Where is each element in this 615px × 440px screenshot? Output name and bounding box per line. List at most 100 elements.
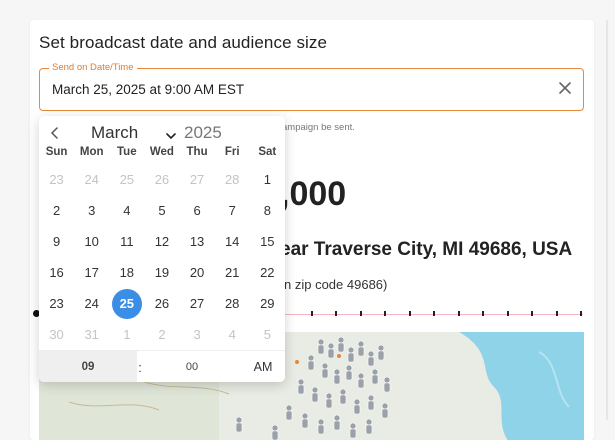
calendar-day[interactable]: 14 (215, 226, 250, 257)
calendar-day-label: 1 (263, 172, 271, 187)
weekday-header: Sun Mon Tue Wed Thu Fri Sat (39, 146, 285, 162)
calendar-day[interactable]: 11 (109, 226, 144, 257)
slider-tick (507, 311, 509, 316)
calendar-day-label: 7 (228, 203, 236, 218)
slider-tick (580, 311, 582, 316)
close-icon[interactable] (555, 78, 575, 98)
calendar-day-label: 16 (49, 265, 64, 280)
calendar-day[interactable]: 3 (180, 319, 215, 350)
calendar-day[interactable]: 16 (39, 257, 74, 288)
calendar-day[interactable]: 17 (74, 257, 109, 288)
calendar-day[interactable]: 24 (74, 288, 109, 319)
calendar-day-label: 5 (263, 327, 271, 342)
calendar-day[interactable]: 28 (215, 288, 250, 319)
weekday-label: Fri (224, 146, 240, 158)
calendar-day[interactable]: 31 (74, 319, 109, 350)
minute-input[interactable]: 00 (143, 351, 241, 382)
time-picker: 09 : 00 AM (39, 350, 285, 382)
calendar-day-label: 27 (189, 172, 205, 187)
calendar-day[interactable]: 1 (250, 164, 285, 195)
calendar-day[interactable]: 26 (144, 288, 179, 319)
calendar-day-label: 26 (154, 296, 170, 311)
slider-track[interactable] (280, 314, 583, 315)
send-datetime-value[interactable]: March 25, 2025 at 9:00 AM EST (52, 82, 244, 97)
calendar-day-label: 17 (84, 265, 99, 280)
calendar-day[interactable]: 27 (180, 288, 215, 319)
helper-text: ampaign be sent. (282, 122, 355, 133)
calendar-day[interactable]: 30 (39, 319, 74, 350)
calendar-day[interactable]: 10 (74, 226, 109, 257)
send-datetime-field[interactable]: Send on Date/Time March 25, 2025 at 9:00… (39, 62, 584, 111)
chevron-left-icon[interactable] (48, 125, 62, 141)
calendar-day[interactable]: 8 (250, 195, 285, 226)
weekday-label: Wed (149, 146, 174, 158)
calendar-day-label: 22 (260, 265, 275, 280)
calendar-day[interactable]: 3 (74, 195, 109, 226)
calendar-day[interactable]: 26 (144, 164, 179, 195)
calendar-day-label: 2 (52, 203, 61, 218)
calendar-day-label: 12 (154, 234, 170, 249)
calendar-day[interactable]: 2 (144, 319, 179, 350)
slider-tick (556, 311, 558, 316)
calendar-day[interactable]: 7 (215, 195, 250, 226)
calendar-day[interactable]: 29 (250, 288, 285, 319)
calendar-day-label: 24 (84, 296, 99, 311)
weekday-label: Mon (79, 146, 104, 158)
calendar-day[interactable]: 4 (215, 319, 250, 350)
calendar-day[interactable]: 24 (74, 164, 109, 195)
date-picker-popup: March 2025 Sun Mon Tue Wed Thu Fri Sat 23 24 25 2… (39, 116, 285, 382)
calendar-day[interactable]: 2 (39, 195, 74, 226)
calendar-day-selected[interactable]: 25 (109, 288, 144, 319)
slider-tick (433, 311, 435, 316)
calendar-day[interactable]: 1 (109, 319, 144, 350)
page-edge (606, 20, 608, 420)
calendar-day[interactable]: 19 (144, 257, 179, 288)
calendar-day[interactable]: 5 (144, 195, 179, 226)
calendar-day[interactable]: 28 (215, 164, 250, 195)
hour-input[interactable]: 09 (39, 351, 137, 382)
slider-tick (335, 311, 337, 316)
calendar-day[interactable]: 21 (215, 257, 250, 288)
calendar-day-label: 23 (49, 296, 64, 311)
slider-tick (458, 311, 460, 316)
calendar-day-label: 4 (228, 327, 236, 342)
weekday-label: Tue (117, 146, 137, 158)
slider-tick (482, 311, 484, 316)
calendar-day[interactable]: 18 (109, 257, 144, 288)
ampm-toggle[interactable]: AM (241, 351, 285, 382)
calendar-day-label: 28 (224, 172, 240, 187)
weekday-label: Sat (258, 146, 277, 158)
calendar-day-label: 4 (123, 203, 131, 218)
calendar-day[interactable]: 23 (39, 288, 74, 319)
calendar-day-label: 8 (263, 203, 271, 218)
calendar-day-label: 3 (88, 203, 96, 218)
calendar-day[interactable]: 22 (250, 257, 285, 288)
calendar-day[interactable]: 4 (109, 195, 144, 226)
calendar-day-label: 26 (154, 172, 170, 187)
chevron-down-icon (166, 127, 176, 140)
slider-tick (384, 311, 386, 316)
calendar-day[interactable]: 20 (180, 257, 215, 288)
slider-tick (531, 311, 533, 316)
calendar-day-label: 11 (120, 234, 134, 249)
calendar-day[interactable]: 5 (250, 319, 285, 350)
calendar-day-label: 19 (154, 265, 170, 280)
location-subtitle: n zip code 49686) (284, 277, 388, 292)
calendar-day[interactable]: 13 (180, 226, 215, 257)
calendar-day-label: 25 (111, 288, 142, 319)
calendar-day-label: 23 (49, 172, 64, 187)
calendar-day[interactable]: 15 (250, 226, 285, 257)
location-title: ear Traverse City, MI 49686, USA (280, 239, 573, 260)
calendar-day-label: 21 (224, 265, 240, 280)
year-input[interactable]: 2025 (184, 123, 222, 143)
calendar-day[interactable]: 25 (109, 164, 144, 195)
slider-tick (311, 311, 313, 316)
day-grid: 23 24 25 26 27 28 1 2 3 4 5 6 7 8 9 10 11 12 13 14 15 16 17 18 1… (39, 164, 285, 350)
calendar-day[interactable]: 6 (180, 195, 215, 226)
calendar-day[interactable]: 23 (39, 164, 74, 195)
calendar-day-label: 3 (193, 327, 201, 342)
calendar-day[interactable]: 9 (39, 226, 74, 257)
calendar-day[interactable]: 27 (180, 164, 215, 195)
calendar-day[interactable]: 12 (144, 226, 179, 257)
calendar-day-label: 13 (189, 234, 205, 249)
